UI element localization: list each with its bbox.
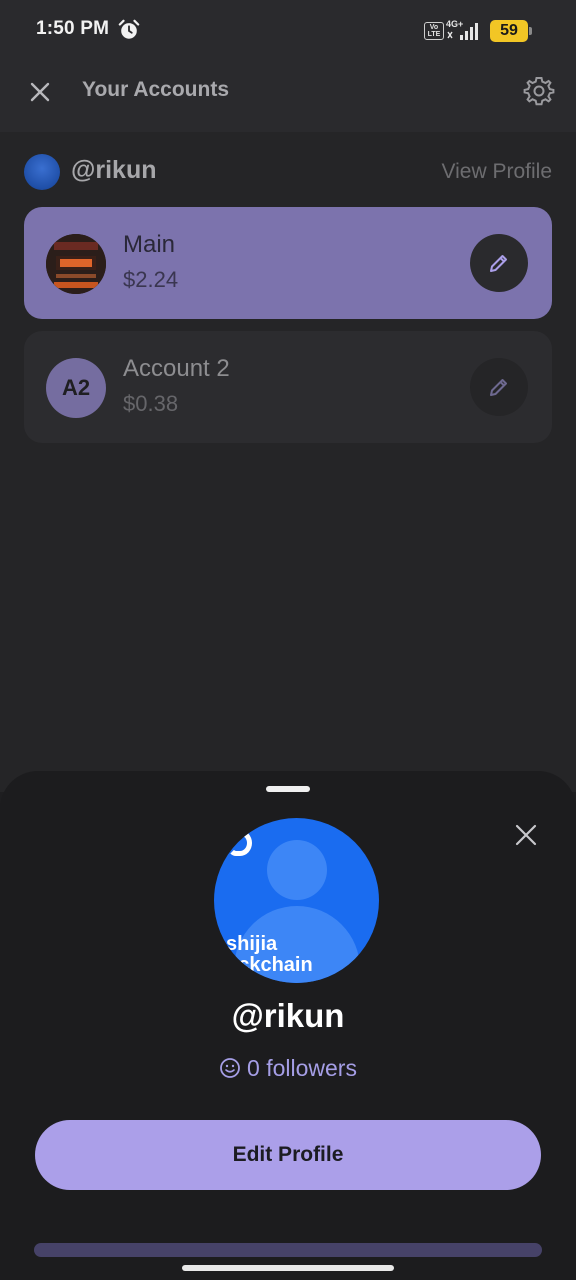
home-indicator[interactable] (182, 1265, 394, 1271)
brand-logo-icon (228, 830, 252, 856)
avatar (24, 154, 60, 190)
avatar-placeholder-head (267, 840, 327, 900)
smile-icon (220, 1058, 240, 1078)
accounts-panel: @rikun View Profile Main $2.24 A2 Accoun… (0, 132, 576, 792)
account-avatar-image (46, 234, 106, 294)
close-icon[interactable] (26, 78, 54, 106)
alarm-clock-icon (118, 19, 140, 39)
volte-icon: Vo LTE (424, 22, 444, 40)
account-card-main[interactable]: Main $2.24 (24, 207, 552, 319)
pencil-icon (490, 255, 507, 272)
status-bar: 1:50 PM Vo LTE 4G+ 59 (0, 0, 576, 60)
profile-avatar: shijia ockchain (214, 818, 379, 983)
avatar-brand-text: shijia ockchain (226, 933, 313, 976)
account-avatar: A2 (46, 358, 106, 418)
battery-level: 59 (500, 22, 518, 39)
view-profile-link[interactable]: View Profile (442, 160, 553, 184)
status-time: 1:50 PM (36, 18, 110, 39)
edit-profile-button[interactable]: Edit Profile (35, 1120, 541, 1190)
network-type: 4G+ (446, 19, 463, 29)
battery-icon: 59 (490, 20, 532, 42)
profile-handle: @rikun (231, 997, 345, 1034)
profile-row: @rikun View Profile (24, 152, 552, 192)
account-avatar (46, 234, 106, 294)
account-name: Main (123, 231, 176, 258)
account-balance: $0.38 (123, 391, 179, 416)
signal-icon: 4G+ (446, 19, 478, 40)
account-card-2[interactable]: A2 Account 2 $0.38 (24, 331, 552, 443)
drag-handle[interactable] (266, 786, 310, 792)
edit-account-button[interactable] (470, 234, 528, 292)
profile-handle: @rikun (71, 156, 157, 184)
close-icon[interactable] (512, 821, 540, 849)
background-button-edge (34, 1243, 542, 1257)
followers-label: 0 followers (247, 1055, 357, 1081)
header: Your Accounts (0, 60, 576, 132)
edit-account-button[interactable] (470, 358, 528, 416)
account-balance: $2.24 (123, 267, 179, 292)
profile-bottom-sheet: shijia ockchain @rikun 0 followers Edit … (0, 771, 576, 1280)
account-name: Account 2 (123, 355, 230, 382)
followers-count[interactable]: 0 followers (0, 1055, 576, 1082)
gear-icon[interactable] (522, 74, 556, 108)
pencil-icon (490, 379, 507, 396)
page-title: Your Accounts (82, 78, 230, 101)
